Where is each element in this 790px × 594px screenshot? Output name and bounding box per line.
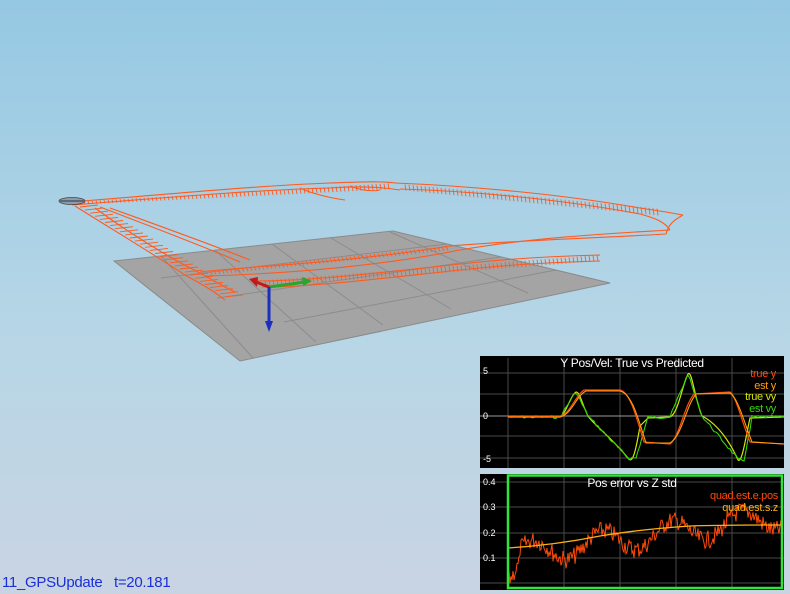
plot-legend: true y est y true vy est vy xyxy=(745,368,776,415)
plot-title: Pos error vs Z std xyxy=(587,476,677,490)
status-line: 11_GPSUpdate t=20.181 xyxy=(2,574,171,592)
legend-item-z-std: quad.est.s.z xyxy=(722,501,778,514)
legend-item-true-vy: true vy xyxy=(745,391,776,403)
legend-item-true-y: true y xyxy=(750,368,776,380)
legend-item-est-vy: est vy xyxy=(749,402,776,415)
y-tick-label: 0 xyxy=(483,411,489,421)
y-tick-label: 0.3 xyxy=(483,502,496,512)
legend-item-pos-error: quad.est.e.pos xyxy=(710,490,778,502)
y-tick-label: 0.1 xyxy=(483,553,496,563)
plot-y-pos-vel[interactable]: Y Pos/Vel: True vs Predicted 5 0 -5 true… xyxy=(480,356,784,468)
quad-marker xyxy=(58,197,86,205)
plot-y-pos-vel-canvas xyxy=(480,358,784,468)
y-tick-label: 0.4 xyxy=(483,477,496,487)
plot-legend: quad.est.e.pos quad.est.s.z xyxy=(710,490,778,514)
ground-plane xyxy=(112,230,611,362)
y-tick-label: 5 xyxy=(483,366,489,376)
sim-time: t=20.181 xyxy=(113,574,171,591)
plot-grid xyxy=(480,358,784,468)
series-z-std xyxy=(507,524,783,549)
plot-title: Y Pos/Vel: True vs Predicted xyxy=(560,356,704,370)
scenario-name: 11_GPSUpdate xyxy=(2,574,103,591)
y-tick-label: 0.2 xyxy=(483,528,496,538)
plot-pos-error-vs-z-std[interactable]: Pos error vs Z std 0.4 0.3 0.2 0.1 quad.… xyxy=(480,474,784,590)
series-est-vy xyxy=(508,374,784,462)
y-tick-label: -5 xyxy=(483,454,492,464)
